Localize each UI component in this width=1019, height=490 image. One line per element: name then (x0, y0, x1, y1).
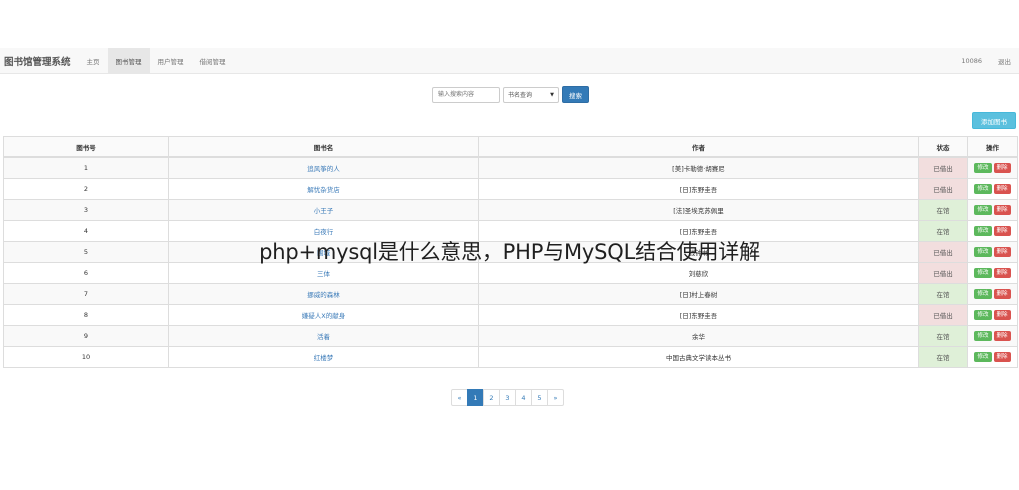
pagination-prev[interactable]: « (451, 389, 468, 406)
logout-link[interactable]: 退出 (990, 48, 1019, 73)
add-book-button[interactable]: 添加图书 (972, 112, 1016, 129)
cell-book-id: 10 (3, 346, 169, 368)
cell-author: [日]东野圭吾 (478, 304, 919, 326)
nav-item-borrow-management[interactable]: 借阅管理 (192, 48, 234, 73)
delete-button[interactable]: 删除 (993, 352, 1011, 362)
cell-author: 中国古典文学读本丛书 (478, 346, 919, 368)
cell-book-title: 追风筝的人 (168, 156, 479, 179)
nav-item-user-management[interactable]: 用户管理 (150, 48, 192, 73)
cell-book-id: 3 (3, 199, 169, 221)
cell-author: [日]东野圭吾 (478, 178, 919, 200)
table-row: 1 追风筝的人 [美]卡勒德·胡赛尼 已借出 修改 删除 (3, 156, 1018, 179)
cell-author: [美]卡勒德·胡赛尼 (478, 156, 919, 179)
cell-actions: 修改 删除 (967, 156, 1018, 179)
table-row: 7 挪威的森林 [日]村上春树 在馆 修改 删除 (3, 283, 1018, 305)
cell-status: 在馆 (918, 346, 968, 368)
pagination-page-1[interactable]: 1 (467, 389, 484, 406)
header-actions: 操作 (967, 136, 1018, 158)
cell-book-id: 8 (3, 304, 169, 326)
brand-title[interactable]: 图书馆管理系统 (0, 54, 79, 68)
delete-button[interactable]: 删除 (993, 205, 1011, 215)
table-row: 10 红楼梦 中国古典文学读本丛书 在馆 修改 删除 (3, 346, 1018, 368)
cell-author: [日]村上春树 (478, 283, 919, 305)
cell-status: 已借出 (918, 304, 968, 326)
nav-items: 主页 图书管理 用户管理 借阅管理 (79, 48, 234, 73)
cell-book-title: 红楼梦 (168, 346, 479, 368)
cell-author: 余华 (478, 325, 919, 347)
cell-actions: 修改 删除 (967, 199, 1018, 221)
cell-book-id: 2 (3, 178, 169, 200)
cell-book-title: 活着 (168, 325, 479, 347)
cell-book-title: 小王子 (168, 199, 479, 221)
pagination-page-4[interactable]: 4 (515, 389, 532, 406)
cell-actions: 修改 删除 (967, 178, 1018, 200)
cell-status: 在馆 (918, 325, 968, 347)
table-row: 2 解忧杂货店 [日]东野圭吾 已借出 修改 删除 (3, 178, 1018, 200)
header-book-id: 图书号 (3, 136, 169, 158)
cell-actions: 修改 删除 (967, 325, 1018, 347)
navbar: 图书馆管理系统 主页 图书管理 用户管理 借阅管理 10086 退出 (0, 48, 1019, 74)
pagination-page-5[interactable]: 5 (531, 389, 548, 406)
nav-item-home[interactable]: 主页 (79, 48, 108, 73)
delete-button[interactable]: 删除 (993, 184, 1011, 194)
cell-book-title: 嫌疑人X的献身 (168, 304, 479, 326)
overlay-caption: php+mysql是什么意思，PHP与MySQL结合使用详解 (259, 240, 760, 264)
search-type-select[interactable]: 书名查询 ▼ (503, 86, 559, 103)
search-bar: 书名查询 ▼ 搜索 (432, 86, 589, 103)
cell-actions: 修改 删除 (967, 304, 1018, 326)
table-row: 8 嫌疑人X的献身 [日]东野圭吾 已借出 修改 删除 (3, 304, 1018, 326)
pagination: « 1 2 3 4 5 » (451, 389, 564, 406)
cell-actions: 修改 删除 (967, 346, 1018, 368)
cell-book-title: 解忧杂货店 (168, 178, 479, 200)
cell-book-title: 挪威的森林 (168, 283, 479, 305)
table-header-row: 图书号 图书名 作者 状态 操作 (3, 136, 1018, 158)
search-input[interactable] (432, 86, 500, 103)
search-button[interactable]: 搜索 (562, 86, 589, 103)
cell-status: 已借出 (918, 156, 968, 179)
cell-status: 在馆 (918, 283, 968, 305)
delete-button[interactable]: 删除 (993, 331, 1011, 341)
header-status: 状态 (918, 136, 968, 158)
table-row: 3 小王子 [法]圣埃克苏佩里 在馆 修改 删除 (3, 199, 1018, 221)
cell-author: [法]圣埃克苏佩里 (478, 199, 919, 221)
search-type-value: 书名查询 (508, 92, 533, 99)
cell-actions: 修改 删除 (967, 283, 1018, 305)
table-row: 9 活着 余华 在馆 修改 删除 (3, 325, 1018, 347)
edit-button[interactable]: 修改 (974, 268, 992, 278)
user-id-link[interactable]: 10086 (953, 48, 990, 73)
caret-down-icon: ▼ (550, 91, 554, 98)
pagination-page-2[interactable]: 2 (483, 389, 500, 406)
pagination-page-3[interactable]: 3 (499, 389, 516, 406)
nav-item-book-management[interactable]: 图书管理 (107, 48, 150, 73)
header-book-title: 图书名 (168, 136, 479, 158)
delete-button[interactable]: 删除 (993, 226, 1011, 236)
delete-button[interactable]: 删除 (993, 310, 1011, 320)
edit-button[interactable]: 修改 (974, 289, 992, 299)
page: 图书馆管理系统 主页 图书管理 用户管理 借阅管理 10086 退出 书名查询 … (0, 0, 1019, 490)
edit-button[interactable]: 修改 (974, 205, 992, 215)
header-author: 作者 (478, 136, 919, 158)
edit-button[interactable]: 修改 (974, 331, 992, 341)
edit-button[interactable]: 修改 (974, 184, 992, 194)
edit-button[interactable]: 修改 (974, 352, 992, 362)
edit-button[interactable]: 修改 (974, 226, 992, 236)
cell-book-id: 7 (3, 283, 169, 305)
cell-status: 在馆 (918, 199, 968, 221)
pagination-next[interactable]: » (547, 389, 564, 406)
delete-button[interactable]: 删除 (993, 163, 1011, 173)
delete-button[interactable]: 删除 (993, 289, 1011, 299)
cell-book-id: 1 (3, 156, 169, 179)
edit-button[interactable]: 修改 (974, 163, 992, 173)
nav-right: 10086 退出 (953, 48, 1019, 73)
cell-book-id: 9 (3, 325, 169, 347)
edit-button[interactable]: 修改 (974, 310, 992, 320)
cell-status: 已借出 (918, 178, 968, 200)
delete-button[interactable]: 删除 (993, 268, 1011, 278)
